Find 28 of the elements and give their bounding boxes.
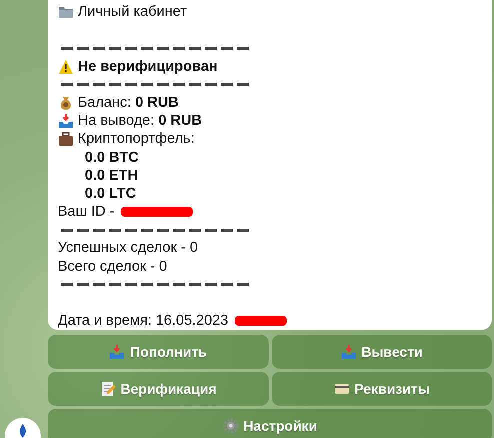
deal-count: Всего сделок - 0 xyxy=(58,258,168,276)
deal-count: Успешных сделок - 0 xyxy=(58,239,198,258)
warning-icon xyxy=(58,58,74,75)
balance-line: На выводе: 0 RUB xyxy=(78,112,202,130)
keyboard-button[interactable]: Верификация xyxy=(48,372,268,406)
credit-card-icon xyxy=(334,381,350,397)
redaction-mark xyxy=(234,316,287,326)
cabinet-title: Личный кабинет xyxy=(78,3,188,22)
user-id-label: Ваш ID - xyxy=(58,203,115,222)
verification-status: Не верифицирован xyxy=(78,58,218,76)
inbox-tray-icon xyxy=(58,113,74,130)
inbox-tray-icon xyxy=(340,344,357,360)
money-bag-icon xyxy=(58,95,74,112)
inbox-tray-icon xyxy=(109,344,126,360)
briefcase-icon xyxy=(58,131,74,148)
keyboard-button[interactable]: Пополнить xyxy=(48,335,268,369)
memo-icon xyxy=(100,381,116,397)
keyboard-button[interactable]: Вывести xyxy=(272,335,492,369)
date-time: Дата и время: 16.05.2023 xyxy=(58,312,229,330)
crypto-label: Криптопортфель: xyxy=(78,130,195,149)
crypto-balance: 0.0 LTC xyxy=(85,184,136,204)
keyboard-button[interactable]: Настройки xyxy=(48,409,492,438)
balance-line: Баланс: 0 RUB xyxy=(78,94,179,112)
crypto-balance: 0.0 ETH xyxy=(85,166,138,185)
gear-icon xyxy=(222,418,239,434)
folder-icon xyxy=(58,4,74,20)
crypto-balance: 0.0 BTC xyxy=(85,148,139,167)
keyboard-button[interactable]: Реквизиты xyxy=(272,372,492,406)
